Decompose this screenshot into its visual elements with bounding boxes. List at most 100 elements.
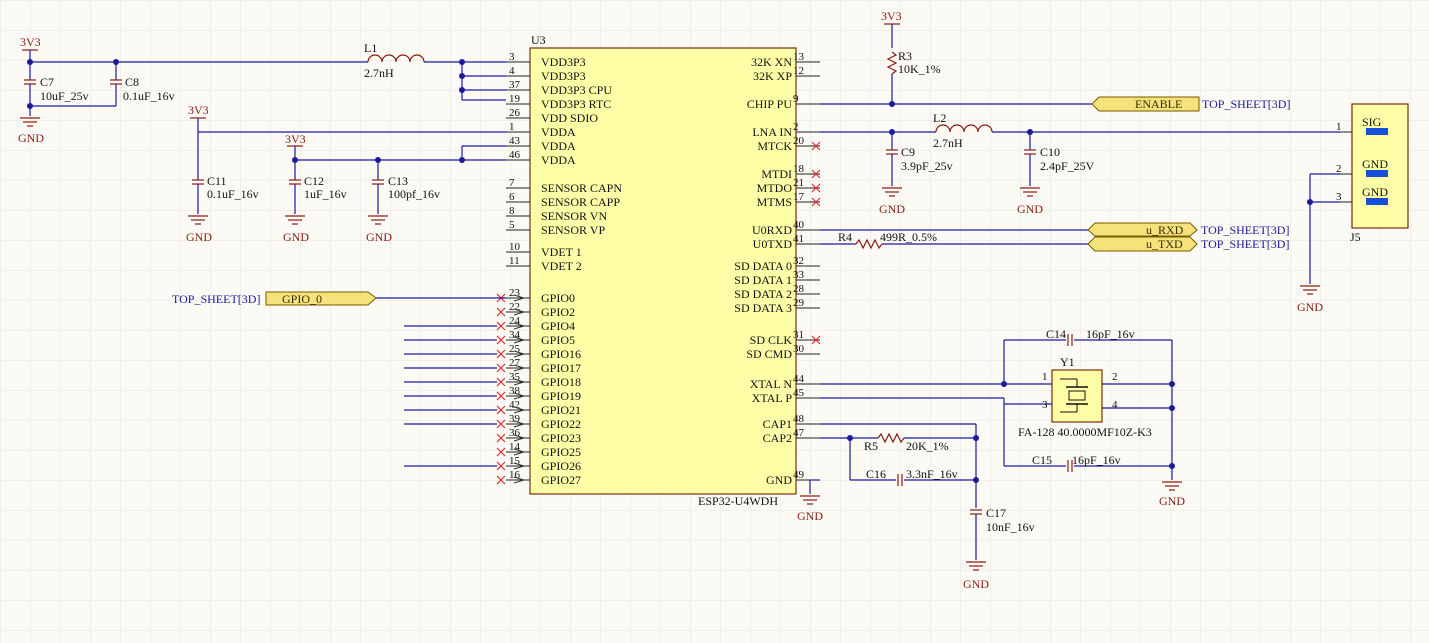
ic-u3-designator: U3 [531, 33, 546, 47]
ic-pin-name: SENSOR VN [541, 209, 607, 223]
ic-pin-name: GPIO22 [541, 417, 581, 431]
ic-pin-number: 8 [509, 205, 515, 217]
ic-pin-name: SD DATA 1 [734, 273, 792, 287]
ic-pin-number: 37 [509, 79, 521, 91]
ic-pin-name: GPIO2 [541, 305, 575, 319]
capacitor-c13-value: 100pf_16v [388, 187, 440, 201]
ic-pin-number: 20 [793, 135, 805, 147]
ground-label: GND [879, 202, 905, 216]
net-port-gpio0-sheet: TOP_SHEET[3D] [172, 292, 260, 306]
ic-pin-number: 41 [793, 233, 804, 245]
connector-j5-pin-num: 2 [1336, 163, 1342, 175]
capacitor-c12-ref: C12 [304, 174, 324, 188]
ic-pin-number: 48 [793, 413, 805, 425]
capacitor-c11-ref: C11 [207, 174, 227, 188]
ic-pin-name: XTAL P [752, 391, 793, 405]
ic-pin-number: 7 [509, 177, 515, 189]
ic-pin-number: 42 [509, 399, 520, 411]
connector-j5-pin-pad [1366, 128, 1388, 135]
ic-pin-number: 15 [509, 455, 521, 467]
ground-label: GND [1297, 300, 1323, 314]
ic-pin-number: 34 [509, 329, 521, 341]
power-label-3v3: 3V3 [20, 35, 41, 49]
capacitor-c7-ref: C7 [40, 75, 54, 89]
ic-pin-name: VDET 1 [541, 245, 582, 259]
ic-pin-number: 26 [509, 107, 521, 119]
power-label-3v3: 3V3 [285, 132, 306, 146]
ic-pin-number: 33 [793, 269, 805, 281]
ic-pin-name: SENSOR CAPN [541, 181, 622, 195]
capacitor-c15-value: 16pF_16v [1072, 453, 1121, 467]
ic-pin-number: 11 [509, 255, 520, 267]
ground-label: GND [1017, 202, 1043, 216]
ic-pin-name: VDD SDIO [541, 111, 598, 125]
ic-pin-number: 40 [793, 219, 805, 231]
ic-pin-number: 23 [509, 287, 521, 299]
ground-label: GND [963, 577, 989, 591]
ground-label: GND [1159, 494, 1185, 508]
ic-pin-number: 19 [509, 93, 521, 105]
ic-pin-name: GPIO0 [541, 291, 575, 305]
crystal-y1-pin-num: 2 [1112, 371, 1118, 383]
ic-pin-number: 31 [793, 329, 804, 341]
ic-pin-name: LNA IN [752, 125, 792, 139]
net-port-enable-label: ENABLE [1135, 97, 1182, 111]
ic-pin-number: 44 [793, 373, 805, 385]
ic-u3[interactable]: U3 ESP32-U4WDH 3 VDD3P3 4 VDD3P3 37 VDD3P3 CP… [496, 33, 821, 508]
ic-pin-number: 39 [509, 413, 521, 425]
schematic-canvas: U3 ESP32-U4WDH 3 VDD3P3 4 VDD3P3 37 VDD3P3 CP… [0, 0, 1429, 643]
net-port-enable[interactable]: ENABLE TOP_SHEET[3D] [1091, 96, 1290, 112]
capacitor-c12-value: 1uF_16v [304, 187, 347, 201]
ic-pin-name: GPIO4 [541, 319, 575, 333]
ic-pin-name: SD CLK [750, 333, 793, 347]
capacitor-c14-ref: C14 [1046, 327, 1066, 341]
ic-pin-name: 32K XP [753, 69, 792, 83]
power-label-3v3: 3V3 [188, 103, 209, 117]
capacitor-c17-ref: C17 [986, 506, 1006, 520]
ic-pin-name: VDDA [541, 139, 576, 153]
ic-pin-name: GND [766, 473, 792, 487]
ic-pin-name: VDDA [541, 153, 576, 167]
inductor-l2-value: 2.7nH [933, 136, 963, 150]
ic-pin-number: 18 [793, 163, 805, 175]
net-port-u-txd[interactable]: u_TXD TOP_SHEET[3D] [1087, 236, 1289, 252]
resistor-r4-value: 499R_0.5% [880, 230, 937, 244]
ground-label: GND [283, 230, 309, 244]
net-port-gpio0-label: GPIO_0 [282, 292, 322, 306]
ic-pin-number: 16 [509, 469, 521, 481]
ic-pin-name: VDD3P3 RTC [541, 97, 611, 111]
capacitor-c14-value: 16pF_16v [1086, 327, 1135, 341]
ic-pin-number: 22 [509, 301, 520, 313]
net-port-u-rxd[interactable]: u_RXD TOP_SHEET[3D] [1087, 222, 1289, 237]
ic-pin-number: 46 [509, 149, 521, 161]
ic-pin-number: 12 [793, 65, 804, 77]
net-port-enable-sheet: TOP_SHEET[3D] [1202, 97, 1290, 111]
ic-pin-number: 49 [793, 469, 805, 481]
inductor-l1-ref: L1 [364, 41, 377, 55]
ic-pin-name: VDET 2 [541, 259, 582, 273]
ic-pin-number: 30 [793, 343, 805, 355]
crystal-y1-body [1051, 369, 1103, 423]
ic-pin-name: VDD3P3 [541, 55, 586, 69]
connector-j5-ref: J5 [1350, 230, 1361, 244]
ic-pin-name: SD CMD [746, 347, 792, 361]
crystal-y1-value: FA-128 40.0000MF10Z-K3 [1018, 425, 1152, 439]
ic-pin-number: 2 [793, 121, 799, 133]
capacitor-c13-ref: C13 [388, 174, 408, 188]
capacitor-c16-value: 3.3nF_16v [906, 467, 958, 481]
ground-label: GND [797, 509, 823, 523]
ic-pin-name: GPIO21 [541, 403, 581, 417]
capacitor-c17-value: 10nF_16v [986, 520, 1035, 534]
net-port-u-rxd-label: u_RXD [1146, 223, 1184, 237]
capacitor-c7-value: 10uF_25v [40, 89, 89, 103]
connector-j5-pin-pad [1366, 198, 1388, 205]
connector-j5-pin-name: SIG [1362, 115, 1382, 129]
ic-pin-name: VDDA [541, 125, 576, 139]
ic-pin-number: 21 [793, 177, 804, 189]
ic-pin-name: CAP1 [763, 417, 792, 431]
ic-pin-number: 27 [509, 357, 521, 369]
connector-j5-pin-pad [1366, 170, 1388, 177]
ic-pin-number: 32 [793, 255, 804, 267]
ic-pin-number: 43 [509, 135, 521, 147]
ic-pin-name: GPIO25 [541, 445, 581, 459]
